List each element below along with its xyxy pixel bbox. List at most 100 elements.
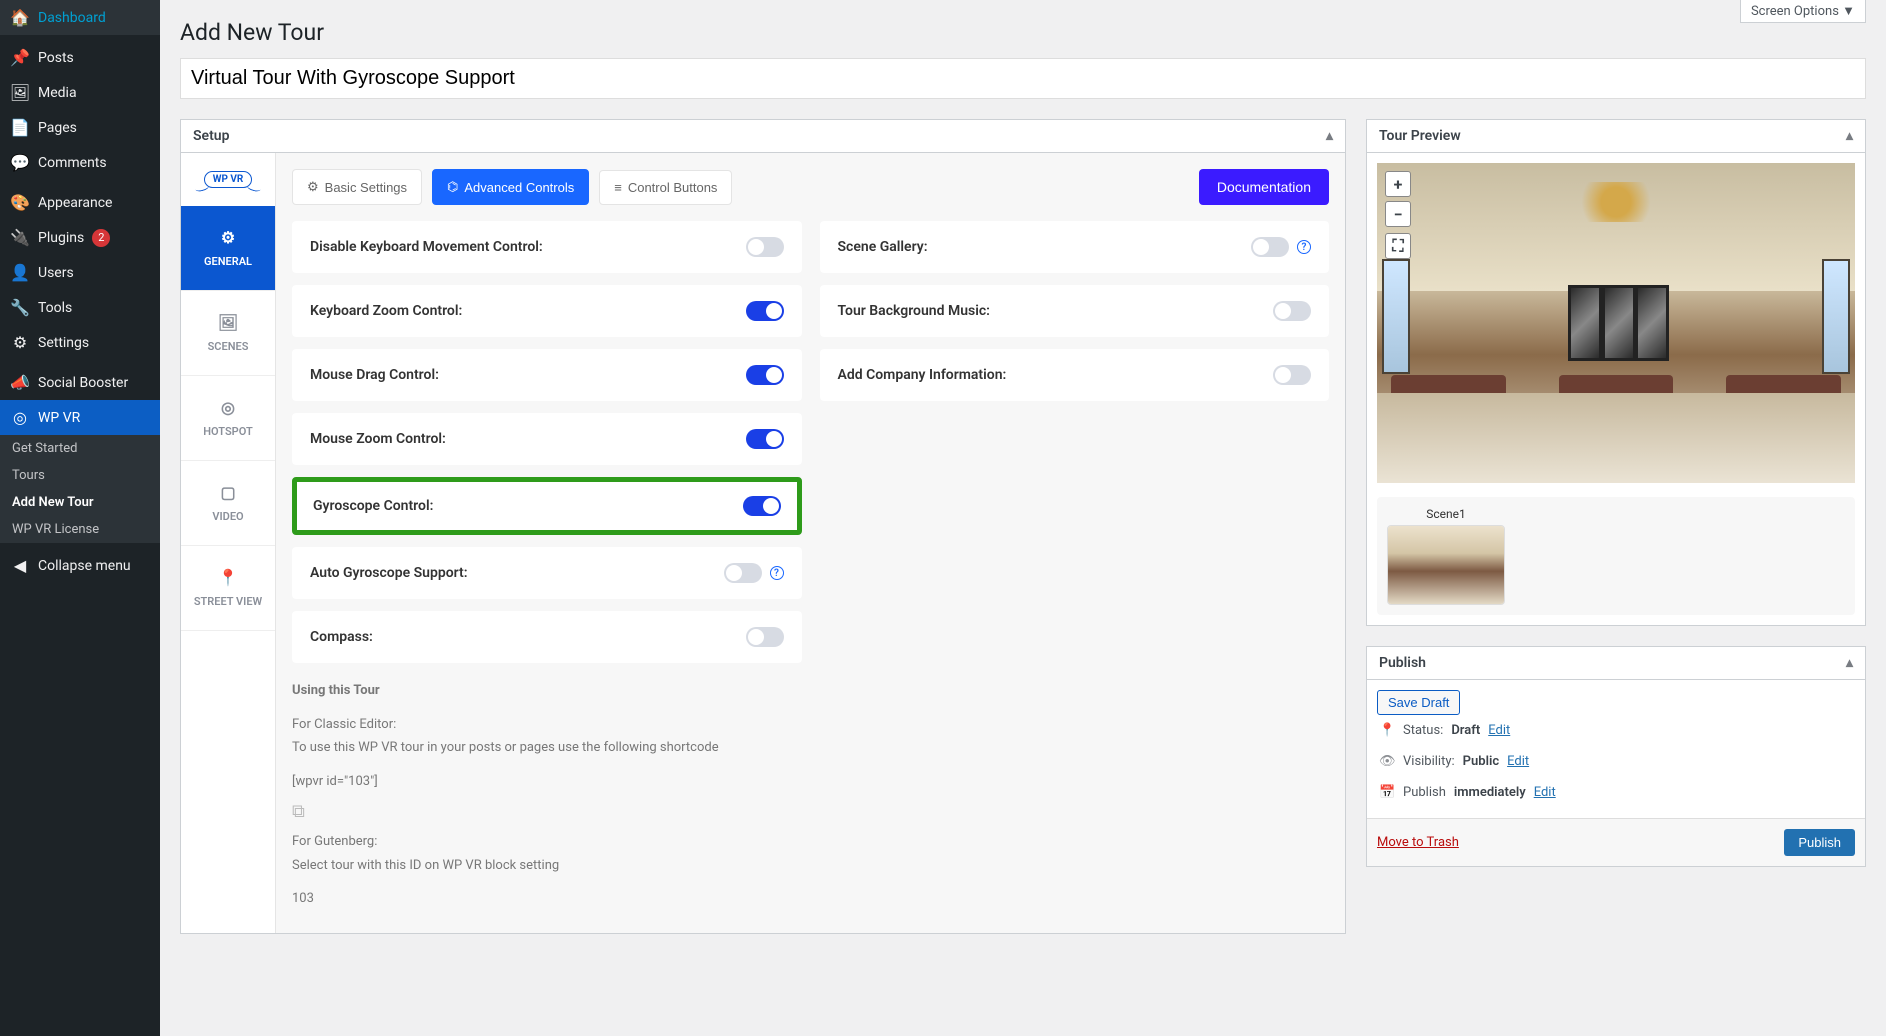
menu-label: Settings xyxy=(38,335,89,351)
tour-title-input[interactable] xyxy=(180,58,1866,99)
menu-plugins[interactable]: 🔌Plugins2 xyxy=(0,220,160,255)
toggle-mouse-drag[interactable] xyxy=(746,365,784,385)
collapse-menu[interactable]: ◀ Collapse menu xyxy=(0,548,160,583)
toggle-disable-keyboard-movement[interactable] xyxy=(746,237,784,257)
publish-button[interactable]: Publish xyxy=(1784,829,1855,856)
toggle-scene-gallery[interactable] xyxy=(1251,237,1289,257)
vtab-video[interactable]: ▢VIDEO xyxy=(181,461,275,546)
user-icon: 👤 xyxy=(10,263,30,282)
vtab-scenes[interactable]: 🖼SCENES xyxy=(181,291,275,376)
submenu-get-started[interactable]: Get Started xyxy=(0,435,160,462)
pin-icon: 📍 xyxy=(1379,723,1395,738)
edit-schedule-link[interactable]: Edit xyxy=(1534,785,1556,800)
menu-label: Tools xyxy=(38,300,72,316)
vtab-label: HOTSPOT xyxy=(203,425,253,438)
publish-toggle-icon[interactable]: ▴ xyxy=(1846,655,1853,671)
menu-pages[interactable]: 📄Pages xyxy=(0,110,160,145)
menu-label: Posts xyxy=(38,50,74,66)
setting-keyboard-zoom: Keyboard Zoom Control: xyxy=(292,285,802,337)
submenu-add-new-tour[interactable]: Add New Tour xyxy=(0,489,160,516)
info-icon[interactable]: ? xyxy=(770,566,784,580)
menu-users[interactable]: 👤 Users xyxy=(0,255,160,290)
screen-options-button[interactable]: Screen Options ▼ xyxy=(1740,0,1866,23)
megaphone-icon: 📣 xyxy=(10,373,30,392)
panorama-viewer[interactable]: + − ⛶ xyxy=(1377,163,1855,483)
tab-advanced-controls[interactable]: ⌬Advanced Controls xyxy=(432,169,589,205)
publish-postbox: Publish ▴ Save Draft 📍 Status: Draft Edi… xyxy=(1366,646,1866,867)
menu-label: Dashboard xyxy=(38,10,106,26)
toggle-gyroscope[interactable] xyxy=(743,496,781,516)
panorama-scene xyxy=(1377,163,1855,483)
toggle-background-music[interactable] xyxy=(1273,301,1311,321)
setting-compass: Compass: xyxy=(292,611,802,663)
menu-label: Media xyxy=(38,85,77,101)
menu-label: Users xyxy=(38,265,74,281)
zoom-in-button[interactable]: + xyxy=(1385,171,1411,197)
using-tour-title: Using this Tour xyxy=(292,683,380,698)
setup-toggle-icon[interactable]: ▴ xyxy=(1326,128,1333,144)
setting-scene-gallery: Scene Gallery: ? xyxy=(820,221,1330,273)
collapse-icon: ◀ xyxy=(10,556,30,575)
comment-icon: 💬 xyxy=(10,153,30,172)
menu-wpvr[interactable]: ◎WP VR xyxy=(0,400,160,435)
scene-thumbnail[interactable] xyxy=(1387,525,1505,605)
tab-control-buttons[interactable]: ≡Control Buttons xyxy=(599,170,732,205)
menu-settings[interactable]: ⚙Settings xyxy=(0,325,160,360)
setting-mouse-zoom: Mouse Zoom Control: xyxy=(292,413,802,465)
fullscreen-button[interactable]: ⛶ xyxy=(1385,233,1411,259)
wrench-icon: 🔧 xyxy=(10,298,30,317)
wpvr-submenu: Get Started Tours Add New Tour WP VR Lic… xyxy=(0,435,160,543)
documentation-button[interactable]: Documentation xyxy=(1199,169,1329,205)
pin-icon: 📍 xyxy=(218,568,238,587)
menu-posts[interactable]: 📌Posts xyxy=(0,40,160,75)
dashboard-icon: 🏠 xyxy=(10,8,30,27)
toggle-compass[interactable] xyxy=(746,627,784,647)
vtab-hotspot[interactable]: ◎ HOTSPOT xyxy=(181,376,275,461)
target-icon: ◎ xyxy=(221,398,235,417)
setting-disable-keyboard-movement: Disable Keyboard Movement Control: xyxy=(292,221,802,273)
edit-status-link[interactable]: Edit xyxy=(1488,723,1510,738)
submenu-tours[interactable]: Tours xyxy=(0,462,160,489)
menu-appearance[interactable]: 🎨Appearance xyxy=(0,185,160,220)
visibility-value: Public xyxy=(1463,754,1499,769)
info-icon[interactable]: ? xyxy=(1297,240,1311,254)
toggle-mouse-zoom[interactable] xyxy=(746,429,784,449)
toggle-company-info[interactable] xyxy=(1273,365,1311,385)
media-icon: 🖼 xyxy=(10,83,30,102)
eye-icon: 👁 xyxy=(1379,754,1395,769)
toggle-keyboard-zoom[interactable] xyxy=(746,301,784,321)
menu-comments[interactable]: 💬Comments xyxy=(0,145,160,180)
scene-strip: Scene1 xyxy=(1377,497,1855,615)
menu-label: WP VR xyxy=(38,410,80,426)
vtab-streetview[interactable]: 📍 STREET VIEW xyxy=(181,546,275,631)
tab-basic-settings[interactable]: ⚙Basic Settings xyxy=(292,169,422,205)
zoom-out-button[interactable]: − xyxy=(1385,201,1411,227)
copy-icon[interactable]: ⧉ xyxy=(292,801,305,822)
tour-id: 103 xyxy=(292,889,1329,909)
submenu-license[interactable]: WP VR License xyxy=(0,516,160,543)
edit-visibility-link[interactable]: Edit xyxy=(1507,754,1529,769)
vtab-general[interactable]: ⚙GENERAL xyxy=(181,206,275,291)
page-icon: 📄 xyxy=(10,118,30,137)
vertical-tabs: WP VR ⚙GENERAL 🖼SCENES ◎HOTSPOT ▢VIDEO 📍… xyxy=(181,153,276,933)
image-icon: 🖼 xyxy=(218,313,238,332)
setting-label: Keyboard Zoom Control: xyxy=(310,303,462,319)
preview-toggle-icon[interactable]: ▴ xyxy=(1846,128,1853,144)
calendar-icon: 📅 xyxy=(1379,785,1395,800)
menu-tools[interactable]: 🔧 Tools xyxy=(0,290,160,325)
move-to-trash-link[interactable]: Move to Trash xyxy=(1377,835,1459,850)
setting-background-music: Tour Background Music: xyxy=(820,285,1330,337)
menu-social-booster[interactable]: 📣Social Booster xyxy=(0,365,160,400)
menu-media[interactable]: 🖼 Media xyxy=(0,75,160,110)
sliders-icon: ⌬ xyxy=(447,179,458,195)
gear-icon: ⚙ xyxy=(221,228,235,247)
setup-header: Setup xyxy=(193,128,229,144)
collapse-label: Collapse menu xyxy=(38,558,131,574)
vtab-label: STREET VIEW xyxy=(194,595,262,608)
setting-label: Scene Gallery: xyxy=(838,239,928,255)
setting-label: Tour Background Music: xyxy=(838,303,991,319)
menu-dashboard[interactable]: 🏠 Dashboard xyxy=(0,0,160,35)
save-draft-button[interactable]: Save Draft xyxy=(1377,690,1460,715)
toggle-auto-gyroscope[interactable] xyxy=(724,563,762,583)
video-icon: ▢ xyxy=(220,483,235,502)
